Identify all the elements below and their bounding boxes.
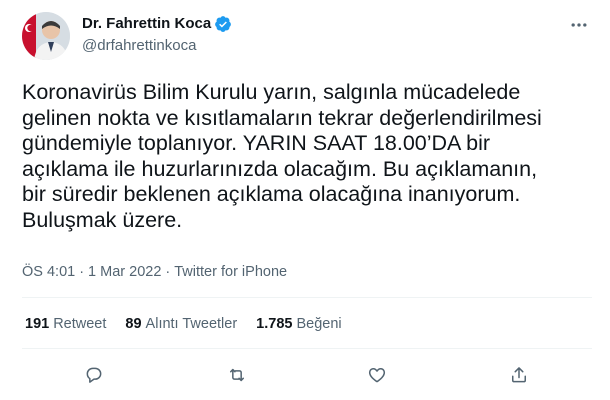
likes-stat[interactable]: 1.785 Beğeni xyxy=(256,315,341,333)
retweet-icon xyxy=(230,368,244,382)
quotes-label: Alıntı Tweetler xyxy=(145,316,238,332)
divider xyxy=(22,297,592,298)
retweets-stat[interactable]: 191 Retweet xyxy=(25,315,106,333)
tweet-stats: 191 Retweet 89 Alıntı Tweetler 1.785 Beğeni xyxy=(25,315,361,333)
author-handle[interactable]: @drfahrettinkoca xyxy=(82,36,196,56)
share-button[interactable] xyxy=(506,362,532,388)
retweet-button[interactable] xyxy=(224,362,250,388)
tweet-time[interactable]: ÖS 4:01 xyxy=(22,263,75,281)
meta-separator: · xyxy=(79,264,85,280)
more-options-button[interactable] xyxy=(566,12,592,38)
retweets-count: 191 xyxy=(25,316,50,332)
likes-label: Beğeni xyxy=(296,316,342,332)
tweet-date[interactable]: 1 Mar 2022 xyxy=(88,263,161,281)
quotes-count: 89 xyxy=(125,316,142,332)
heart-icon xyxy=(368,368,386,383)
quotes-stat[interactable]: 89 Alıntı Tweetler xyxy=(125,315,237,333)
action-bar xyxy=(0,362,610,388)
meta-separator: · xyxy=(165,264,171,280)
tweet-card: Dr. Fahrettin Koca @drfahrettinkoca Koro… xyxy=(0,0,610,400)
share-icon xyxy=(512,367,526,383)
like-button[interactable] xyxy=(364,362,390,388)
avatar[interactable] xyxy=(22,12,70,60)
more-horizontal-icon xyxy=(571,23,587,27)
tweet-meta: ÖS 4:01 · 1 Mar 2022 · Twitter for iPhon… xyxy=(22,263,287,281)
divider xyxy=(22,348,592,349)
avatar-image xyxy=(22,12,70,60)
likes-count: 1.785 xyxy=(256,316,293,332)
verified-badge-icon xyxy=(214,15,232,33)
reply-button[interactable] xyxy=(81,362,107,388)
author-name-row: Dr. Fahrettin Koca xyxy=(82,14,232,34)
tweet-text: Koronavirüs Bilim Kurulu yarın, salgınla… xyxy=(22,80,542,232)
retweets-label: Retweet xyxy=(53,316,107,332)
reply-icon xyxy=(86,367,102,383)
author-display-name[interactable]: Dr. Fahrettin Koca xyxy=(82,14,211,34)
tweet-source[interactable]: Twitter for iPhone xyxy=(174,263,287,281)
